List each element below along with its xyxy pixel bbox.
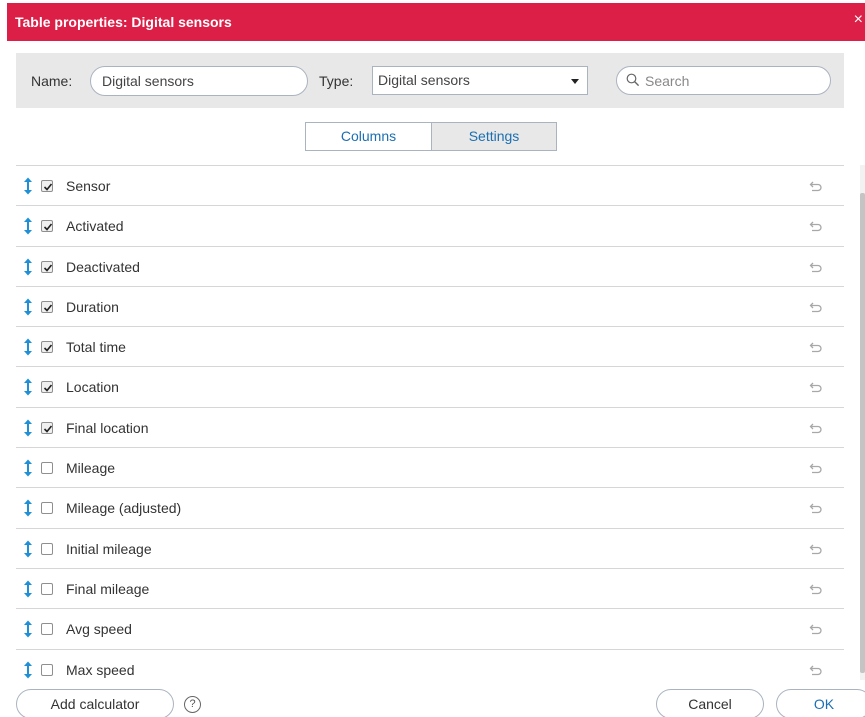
row-checkbox[interactable] — [41, 300, 53, 313]
row-checkbox[interactable] — [41, 381, 53, 394]
list-item[interactable]: Mileage (adjusted) — [16, 487, 844, 527]
move-vertical-icon[interactable] — [22, 298, 34, 316]
move-vertical-icon[interactable] — [22, 338, 34, 356]
type-select-value: Digital sensors — [378, 72, 470, 88]
undo-icon[interactable] — [809, 180, 823, 192]
list-item[interactable]: Initial mileage — [16, 527, 844, 568]
tab-columns[interactable]: Columns — [305, 122, 432, 151]
move-vertical-icon[interactable] — [22, 540, 34, 558]
row-checkbox[interactable] — [41, 180, 53, 192]
type-select[interactable]: Digital sensors — [372, 66, 588, 95]
list-item[interactable]: Final location — [16, 406, 844, 447]
dialog-title: Table properties: Digital sensors — [15, 14, 232, 30]
help-icon[interactable]: ? — [184, 696, 201, 713]
move-vertical-icon[interactable] — [22, 217, 34, 235]
undo-icon[interactable] — [809, 341, 823, 353]
list-item[interactable]: Max speed — [16, 648, 844, 680]
move-vertical-icon[interactable] — [22, 177, 34, 195]
undo-icon[interactable] — [809, 261, 823, 273]
tab-settings[interactable]: Settings — [432, 122, 557, 151]
undo-icon[interactable] — [809, 220, 823, 232]
name-input[interactable]: Digital sensors — [90, 66, 308, 96]
list-item[interactable]: Avg speed — [16, 608, 844, 648]
row-label: Max speed — [66, 661, 135, 678]
row-checkbox[interactable] — [41, 582, 53, 595]
row-checkbox[interactable] — [41, 542, 53, 555]
row-label: Mileage — [66, 460, 116, 477]
row-label: Activated — [66, 218, 124, 235]
view-tabs: Columns Settings — [305, 122, 557, 151]
row-checkbox[interactable] — [41, 260, 53, 273]
undo-icon[interactable] — [809, 502, 823, 514]
search-input[interactable]: Search — [616, 66, 831, 95]
row-label: Initial mileage — [66, 540, 152, 557]
row-label: Location — [66, 379, 119, 396]
row-label: Total time — [66, 339, 126, 356]
name-label: Name: — [31, 73, 73, 89]
undo-icon[interactable] — [809, 583, 823, 595]
chevron-down-icon — [571, 79, 579, 84]
row-label: Avg speed — [66, 621, 132, 638]
row-checkbox[interactable] — [41, 663, 53, 676]
search-icon — [626, 73, 640, 87]
column-list: Sensor Activated Deactivated Duration Total … — [16, 165, 844, 680]
move-vertical-icon[interactable] — [22, 580, 34, 598]
search-placeholder: Search — [645, 73, 690, 89]
undo-icon[interactable] — [809, 462, 823, 474]
cancel-button[interactable]: Cancel — [656, 689, 764, 717]
list-item[interactable]: Location — [16, 366, 844, 406]
row-label: Deactivated — [66, 258, 140, 275]
row-checkbox[interactable] — [41, 421, 53, 434]
move-vertical-icon[interactable] — [22, 258, 34, 276]
row-label: Mileage (adjusted) — [66, 500, 182, 517]
undo-icon[interactable] — [809, 623, 823, 635]
undo-icon[interactable] — [809, 301, 823, 313]
row-label: Final mileage — [66, 580, 150, 597]
list-item[interactable]: Final mileage — [16, 567, 844, 608]
list-item[interactable]: Sensor — [16, 165, 844, 205]
list-item[interactable]: Mileage — [16, 447, 844, 487]
properties-toolbar: Name: Digital sensors Type: Digital sens… — [16, 53, 844, 108]
row-label: Final location — [66, 419, 149, 436]
row-checkbox[interactable] — [41, 341, 53, 354]
undo-icon[interactable] — [809, 543, 823, 555]
add-calculator-button[interactable]: Add calculator — [16, 689, 174, 717]
undo-icon[interactable] — [809, 422, 823, 434]
move-vertical-icon[interactable] — [22, 459, 34, 477]
list-item[interactable]: Deactivated — [16, 245, 844, 286]
row-checkbox[interactable] — [41, 623, 53, 636]
row-checkbox[interactable] — [41, 462, 53, 475]
move-vertical-icon[interactable] — [22, 378, 34, 396]
list-item[interactable]: Activated — [16, 205, 844, 245]
dialog-title-bar: Table properties: Digital sensors × — [7, 3, 865, 41]
list-item[interactable]: Total time — [16, 326, 844, 366]
ok-button[interactable]: OK — [776, 689, 865, 717]
list-item[interactable]: Duration — [16, 285, 844, 326]
row-label: Duration — [66, 298, 119, 315]
move-vertical-icon[interactable] — [22, 499, 34, 517]
move-vertical-icon[interactable] — [22, 419, 34, 437]
row-checkbox[interactable] — [41, 220, 53, 233]
type-label: Type: — [319, 73, 354, 89]
move-vertical-icon[interactable] — [22, 661, 34, 679]
row-label: Sensor — [66, 178, 111, 194]
move-vertical-icon[interactable] — [22, 620, 34, 638]
undo-icon[interactable] — [809, 381, 823, 393]
row-checkbox[interactable] — [41, 502, 53, 515]
scrollbar[interactable] — [860, 165, 865, 680]
close-icon[interactable]: × — [854, 12, 863, 28]
undo-icon[interactable] — [809, 664, 823, 676]
scrollbar-thumb[interactable] — [860, 193, 865, 673]
